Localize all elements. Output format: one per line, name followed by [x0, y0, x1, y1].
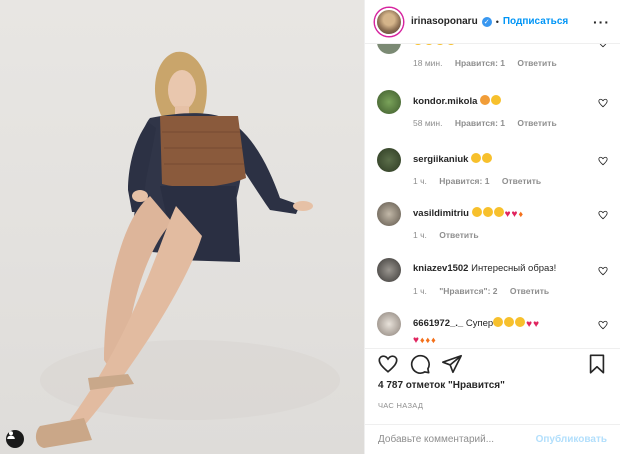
- comment-item: vasildimitriu ♥♥♦ 1 ч. Ответить: [377, 202, 608, 244]
- comment-message: Супер: [465, 318, 494, 329]
- grin-emoji-icon: [446, 44, 456, 45]
- comment-meta: 1 ч. "Нравится": 2 Ответить: [413, 286, 559, 296]
- grin-emoji-icon: [493, 207, 504, 217]
- comment-avatar[interactable]: [377, 44, 401, 54]
- comment-message: Интересный образ!: [471, 263, 557, 274]
- comment-meta: 1 ч. Ответить: [413, 230, 489, 240]
- comment-time: 1 ч.: [413, 286, 427, 296]
- comment-avatar[interactable]: [377, 312, 401, 336]
- grin-emoji-icon: [482, 153, 493, 163]
- comment-meta: 58 мин. Нравится: 1 Ответить: [413, 118, 567, 128]
- comment-like-heart-icon[interactable]: [598, 210, 608, 220]
- comment-item: kniazev1502 Интересный образ! 1 ч. "Нрав…: [377, 258, 608, 300]
- comment-item: 6661972_._ Супер ♥♥ ♥♦♦♦: [377, 312, 608, 344]
- comment-text: vasildimitriu ♥♥♦: [413, 207, 524, 220]
- grin-emoji-icon: [504, 317, 515, 327]
- fire-emoji-icon: ♦: [419, 335, 425, 344]
- post-photo[interactable]: [0, 0, 364, 454]
- add-comment-bar: Опубликовать: [365, 424, 620, 454]
- comment-time: 1 ч.: [413, 176, 427, 186]
- fire-emoji-icon: ♦: [431, 335, 436, 344]
- reply-button[interactable]: Ответить: [502, 176, 541, 186]
- grin-emoji-icon: [515, 317, 526, 327]
- grin-emoji-icon: [435, 44, 445, 45]
- heart-emoji-icon: ♥: [526, 319, 533, 330]
- grin-emoji-icon: [471, 207, 482, 217]
- comment-avatar[interactable]: [377, 90, 401, 114]
- heart-emoji-icon: ♥: [413, 335, 419, 345]
- follow-button[interactable]: Подписаться: [503, 16, 568, 27]
- comment-text: kondor.mikola: [413, 95, 502, 107]
- heart-emoji-icon: ♥: [511, 209, 518, 220]
- comment-text: 6661972_._ Супер ♥♥ ♥♦♦♦: [413, 317, 540, 344]
- comment-text: [413, 44, 457, 47]
- grin-emoji-icon: [491, 95, 502, 105]
- grin-emoji-icon: [482, 207, 493, 217]
- verified-badge-icon: ✓: [481, 16, 492, 27]
- comment-text: kniazev1502 Интересный образ!: [413, 263, 556, 274]
- comment-text: sergiikaniuk: [413, 153, 493, 165]
- fire-emoji-icon: ♦: [518, 209, 524, 219]
- post-actions-bar: [365, 348, 620, 378]
- likes-count[interactable]: 4 787 отметок "Нравится": [378, 380, 505, 391]
- heart-emoji-icon: ♥: [533, 319, 540, 330]
- bookmark-icon[interactable]: [586, 353, 608, 375]
- reply-button[interactable]: Ответить: [517, 118, 556, 128]
- comment-likes[interactable]: Нравится: 1: [439, 176, 489, 186]
- comment-icon[interactable]: [409, 353, 431, 375]
- reply-button[interactable]: Ответить: [517, 58, 556, 68]
- comment-username[interactable]: vasildimitriu: [413, 208, 469, 219]
- post-photo-illustration: [35, 51, 340, 448]
- publish-button[interactable]: Опубликовать: [536, 434, 607, 445]
- comment-like-heart-icon[interactable]: [598, 266, 608, 276]
- header-separator: •: [495, 16, 499, 27]
- comment-like-heart-icon[interactable]: [598, 156, 608, 166]
- cat-emoji-icon: [480, 95, 491, 105]
- user-tag-icon[interactable]: [6, 430, 24, 448]
- post-time[interactable]: ЧАС НАЗАД: [378, 401, 423, 410]
- comment-likes[interactable]: Нравится: 1: [455, 58, 505, 68]
- comment-item: kondor.mikola 58 мин. Нравится: 1 Ответи…: [377, 90, 608, 132]
- comment-meta: 1 ч. Нравится: 1 Ответить: [413, 176, 551, 186]
- more-horizontal-icon[interactable]: ···: [593, 14, 610, 30]
- fire-emoji-icon: ♦: [425, 335, 431, 344]
- post-side-panel: irinasoponaru ✓ • Подписаться ··· 18 мин…: [364, 0, 620, 454]
- grin-emoji-icon: [493, 317, 504, 327]
- instagram-post-modal: irinasoponaru ✓ • Подписаться ··· 18 мин…: [0, 0, 620, 454]
- comment-like-heart-icon[interactable]: [598, 44, 608, 48]
- comment-avatar[interactable]: [377, 148, 401, 172]
- grin-emoji-icon: [413, 44, 423, 45]
- comments-list[interactable]: 18 мин. Нравится: 1 Ответить kondor.miko…: [365, 44, 620, 344]
- comment-item: 18 мин. Нравится: 1 Ответить: [377, 44, 608, 72]
- comment-time: 18 мин.: [413, 58, 443, 68]
- comment-username[interactable]: kniazev1502: [413, 263, 468, 274]
- reply-button[interactable]: Ответить: [510, 286, 549, 296]
- author-avatar[interactable]: [375, 7, 403, 36]
- heart-outline-icon[interactable]: [377, 353, 399, 375]
- post-header: irinasoponaru ✓ • Подписаться ···: [365, 0, 620, 44]
- comment-meta: 18 мин. Нравится: 1 Ответить: [413, 58, 567, 68]
- comment-input[interactable]: [378, 434, 536, 445]
- comment-avatar[interactable]: [377, 202, 401, 226]
- heart-emoji-icon: ♥: [504, 209, 511, 220]
- comment-time: 1 ч.: [413, 230, 427, 240]
- comment-time: 58 мин.: [413, 118, 443, 128]
- comment-emoji-line: ♥♦♦♦: [413, 334, 540, 344]
- author-username[interactable]: irinasoponaru: [411, 16, 478, 27]
- comment-like-heart-icon[interactable]: [598, 320, 608, 330]
- comment-item: sergiikaniuk 1 ч. Нравится: 1 Ответить: [377, 148, 608, 190]
- comment-likes[interactable]: "Нравится": 2: [439, 286, 497, 296]
- comment-username[interactable]: kondor.mikola: [413, 96, 477, 107]
- reply-button[interactable]: Ответить: [439, 230, 478, 240]
- comment-username[interactable]: sergiikaniuk: [413, 154, 468, 165]
- comment-likes[interactable]: Нравится: 1: [455, 118, 505, 128]
- grin-emoji-icon: [471, 153, 482, 163]
- paper-plane-icon[interactable]: [441, 353, 463, 375]
- comment-avatar[interactable]: [377, 258, 401, 282]
- grin-emoji-icon: [424, 44, 434, 45]
- comment-like-heart-icon[interactable]: [598, 98, 608, 108]
- comment-username[interactable]: 6661972_._: [413, 318, 463, 329]
